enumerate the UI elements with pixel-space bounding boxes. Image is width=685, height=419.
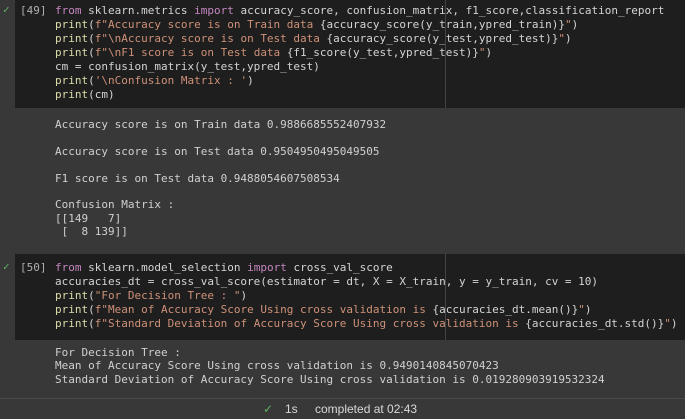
code-token: " bbox=[558, 32, 565, 45]
code-token: {accuracy_score(y_train,ypred_train)} bbox=[319, 18, 565, 31]
code-line[interactable]: cm = confusion_matrix(y_test,ypred_test) bbox=[55, 60, 664, 74]
execution-count: [50] bbox=[20, 261, 47, 274]
code-token: {accuracies_dt.std()} bbox=[525, 317, 665, 330]
ruler-line bbox=[445, 254, 446, 340]
code-token: from bbox=[55, 261, 82, 274]
code-line[interactable]: from sklearn.metrics import accuracy_sco… bbox=[55, 4, 664, 18]
code-token: {accuracies_dt.mean()} bbox=[432, 303, 579, 316]
code-token: cm = confusion_matrix(y_test,ypred_test) bbox=[55, 60, 320, 73]
code-token: ( bbox=[88, 32, 95, 45]
code-token: ) bbox=[670, 317, 678, 330]
code-token: sklearn.metrics bbox=[81, 4, 195, 17]
code-token: print bbox=[55, 46, 89, 59]
code-token: "For Decision Tree : " bbox=[94, 289, 241, 302]
code-token: f"\nF1 score is on Test data bbox=[94, 46, 287, 59]
run-success-icon[interactable]: ✓ bbox=[3, 3, 10, 16]
code-token: ) bbox=[485, 46, 493, 59]
code-line[interactable]: print(f"Standard Deviation of Accuracy S… bbox=[55, 317, 678, 331]
code-token: {accuracy_score(y_test,ypred_test)} bbox=[326, 32, 559, 45]
code-token: " bbox=[564, 18, 572, 31]
code-line[interactable]: print('\nConfusion Matrix : ') bbox=[55, 74, 664, 88]
code-line[interactable]: print(f"Accuracy score is on Train data … bbox=[55, 18, 664, 32]
duration: 1s bbox=[285, 402, 298, 416]
code-token: from bbox=[55, 4, 82, 17]
code-editor[interactable]: from sklearn.metrics import accuracy_sco… bbox=[15, 0, 685, 108]
status-bar: ✓ 1s completed at 02:43 bbox=[0, 398, 685, 419]
code-token: import bbox=[247, 261, 287, 274]
code-token: accuracies_dt = cross_val_score(estimato… bbox=[55, 275, 599, 288]
code-token: sklearn.model_selection bbox=[81, 261, 248, 274]
code-token: import bbox=[194, 4, 234, 17]
code-token: f"Mean of Accuracy Score Using cross val… bbox=[94, 303, 433, 316]
check-icon: ✓ bbox=[263, 402, 274, 416]
code-token: print bbox=[55, 32, 89, 45]
code-token: f"Standard Deviation of Accuracy Score U… bbox=[94, 317, 526, 330]
code-token: print bbox=[55, 74, 89, 87]
code-line[interactable]: print(cm) bbox=[55, 88, 664, 102]
code-token: (cm) bbox=[88, 88, 115, 101]
ruler-line bbox=[445, 0, 446, 108]
code-token: '\nConfusion Matrix : ' bbox=[94, 74, 248, 87]
code-line[interactable]: print(f"\nF1 score is on Test data {f1_s… bbox=[55, 46, 664, 60]
run-success-icon[interactable]: ✓ bbox=[3, 260, 10, 273]
code-token: ( bbox=[88, 317, 95, 330]
code-token: ( bbox=[88, 46, 95, 59]
code-token: ) bbox=[584, 303, 592, 316]
code-line[interactable]: accuracies_dt = cross_val_score(estimato… bbox=[55, 275, 678, 289]
code-token: ( bbox=[88, 74, 95, 87]
code-line[interactable]: print(f"Mean of Accuracy Score Using cro… bbox=[55, 303, 678, 317]
code-lines[interactable]: from sklearn.model_selection import cros… bbox=[55, 261, 678, 331]
code-token: {f1_score(y_test,ypred_test)} bbox=[286, 46, 479, 59]
code-editor[interactable]: from sklearn.model_selection import cros… bbox=[15, 254, 685, 340]
code-token: " bbox=[664, 317, 671, 330]
code-lines[interactable]: from sklearn.metrics import accuracy_sco… bbox=[55, 4, 664, 102]
code-token: f"Accuracy score is on Train data bbox=[94, 18, 320, 31]
code-token: " bbox=[578, 303, 585, 316]
code-token: print bbox=[55, 289, 89, 302]
code-token: f"\nAccuracy score is on Test data bbox=[94, 32, 327, 45]
code-token: ) bbox=[571, 18, 579, 31]
code-token: print bbox=[55, 88, 89, 101]
code-line[interactable]: from sklearn.model_selection import cros… bbox=[55, 261, 678, 275]
code-token: print bbox=[55, 317, 89, 330]
code-line[interactable]: print("For Decision Tree : ") bbox=[55, 289, 678, 303]
code-token: ) bbox=[564, 32, 572, 45]
completed-text: completed at 02:43 bbox=[315, 402, 418, 416]
cell-output: Accuracy score is on Train data 0.988668… bbox=[55, 118, 387, 239]
code-token: " bbox=[478, 46, 486, 59]
code-line[interactable]: print(f"\nAccuracy score is on Test data… bbox=[55, 32, 664, 46]
code-token: accuracy_score, confusion_matrix, f1_sco… bbox=[233, 4, 665, 17]
code-token: ) bbox=[240, 289, 248, 302]
code-token: cross_val_score bbox=[286, 261, 393, 274]
code-token: print bbox=[55, 303, 89, 316]
code-token: ) bbox=[247, 74, 254, 87]
cell-output: For Decision Tree : Mean of Accuracy Sco… bbox=[55, 346, 605, 386]
code-token: ( bbox=[88, 18, 95, 31]
execution-count: [49] bbox=[20, 4, 47, 17]
code-token: ( bbox=[88, 289, 95, 302]
code-token: ( bbox=[88, 303, 95, 316]
code-token: print bbox=[55, 18, 89, 31]
